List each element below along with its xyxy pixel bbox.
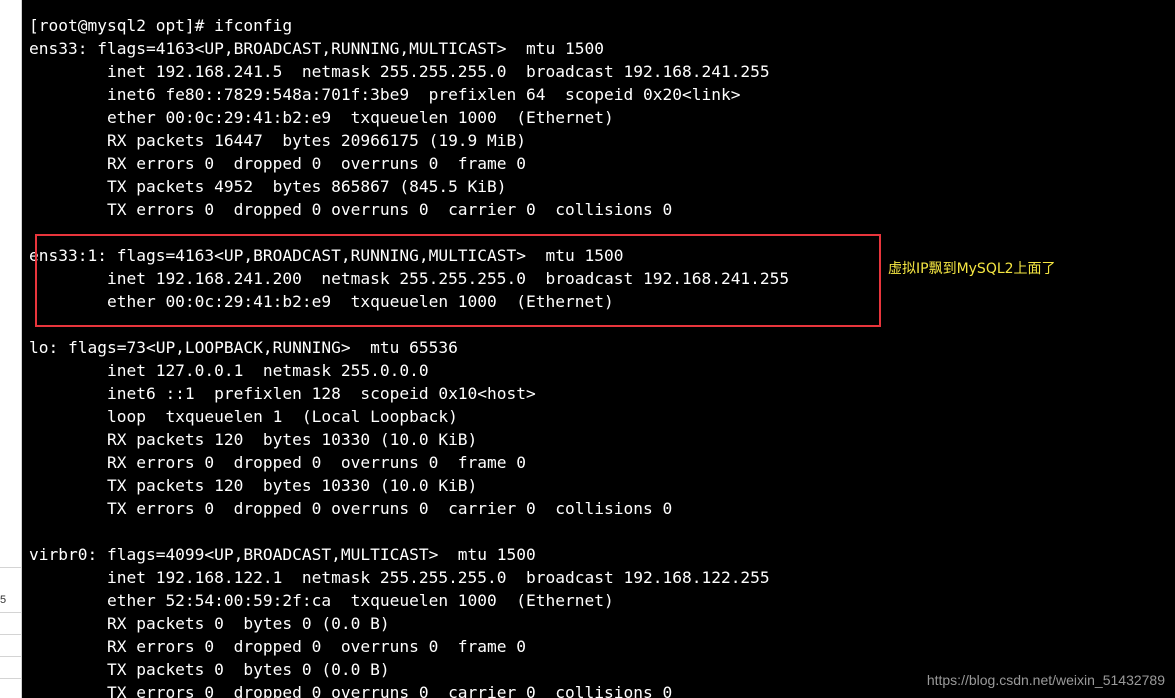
watermark: https://blog.csdn.net/weixin_51432789 <box>926 672 1165 688</box>
terminal-line: ens33: flags=4163<UP,BROADCAST,RUNNING,M… <box>29 39 604 58</box>
terminal-line: inet 192.168.241.200 netmask 255.255.255… <box>29 269 790 288</box>
screenshot: 5 TX errors 0 dropped 0 overruns 0 carri… <box>0 0 1175 698</box>
panel-divider <box>0 612 21 613</box>
terminal-line: lo: flags=73<UP,LOOPBACK,RUNNING> mtu 65… <box>29 338 458 357</box>
terminal-line: RX packets 16447 bytes 20966175 (19.9 Mi… <box>29 131 527 150</box>
terminal-line: RX errors 0 dropped 0 overruns 0 frame 0 <box>29 154 527 173</box>
terminal-line: inet6 ::1 prefixlen 128 scopeid 0x10<hos… <box>29 384 536 403</box>
terminal-line: virbr0: flags=4099<UP,BROADCAST,MULTICAS… <box>29 545 536 564</box>
terminal-line: ether 00:0c:29:41:b2:e9 txqueuelen 1000 … <box>29 292 614 311</box>
panel-divider <box>0 634 21 635</box>
terminal-output[interactable]: TX errors 0 dropped 0 overruns 0 carrier… <box>22 0 1175 698</box>
terminal-line: inet 192.168.241.5 netmask 255.255.255.0… <box>29 62 770 81</box>
terminal-line: TX errors 0 dropped 0 overruns 0 carrier… <box>29 683 673 698</box>
panel-number: 5 <box>0 594 7 606</box>
shell-command-line: [root@mysql2 opt]# ifconfig <box>29 16 293 35</box>
terminal-line: ether 52:54:00:59:2f:ca txqueuelen 1000 … <box>29 591 614 610</box>
terminal-line: RX errors 0 dropped 0 overruns 0 frame 0 <box>29 637 527 656</box>
terminal-line: RX errors 0 dropped 0 overruns 0 frame 0 <box>29 453 527 472</box>
annotation-label: 虚拟IP飘到MySQL2上面了 <box>888 261 1056 277</box>
terminal-line: TX packets 4952 bytes 865867 (845.5 KiB) <box>29 177 507 196</box>
terminal-line: TX errors 0 dropped 0 overruns 0 carrier… <box>29 499 673 518</box>
terminal-line: ether 00:0c:29:41:b2:e9 txqueuelen 1000 … <box>29 108 614 127</box>
terminal-line: TX packets 0 bytes 0 (0.0 B) <box>29 660 390 679</box>
terminal-line: loop txqueuelen 1 (Local Loopback) <box>29 407 458 426</box>
panel-divider <box>0 567 21 568</box>
terminal-line: TX errors 0 dropped 0 overruns 0 carrier… <box>29 200 673 219</box>
terminal-line: inet6 fe80::7829:548a:701f:3be9 prefixle… <box>29 85 741 104</box>
terminal-line: inet 192.168.122.1 netmask 255.255.255.0… <box>29 568 770 587</box>
terminal-line: ens33:1: flags=4163<UP,BROADCAST,RUNNING… <box>29 246 624 265</box>
panel-divider <box>0 678 21 679</box>
left-side-panel: 5 <box>0 0 22 698</box>
terminal-line: RX packets 0 bytes 0 (0.0 B) <box>29 614 390 633</box>
terminal-line: inet 127.0.0.1 netmask 255.0.0.0 <box>29 361 429 380</box>
terminal-line: RX packets 120 bytes 10330 (10.0 KiB) <box>29 430 478 449</box>
panel-divider <box>0 656 21 657</box>
terminal-line: TX packets 120 bytes 10330 (10.0 KiB) <box>29 476 478 495</box>
